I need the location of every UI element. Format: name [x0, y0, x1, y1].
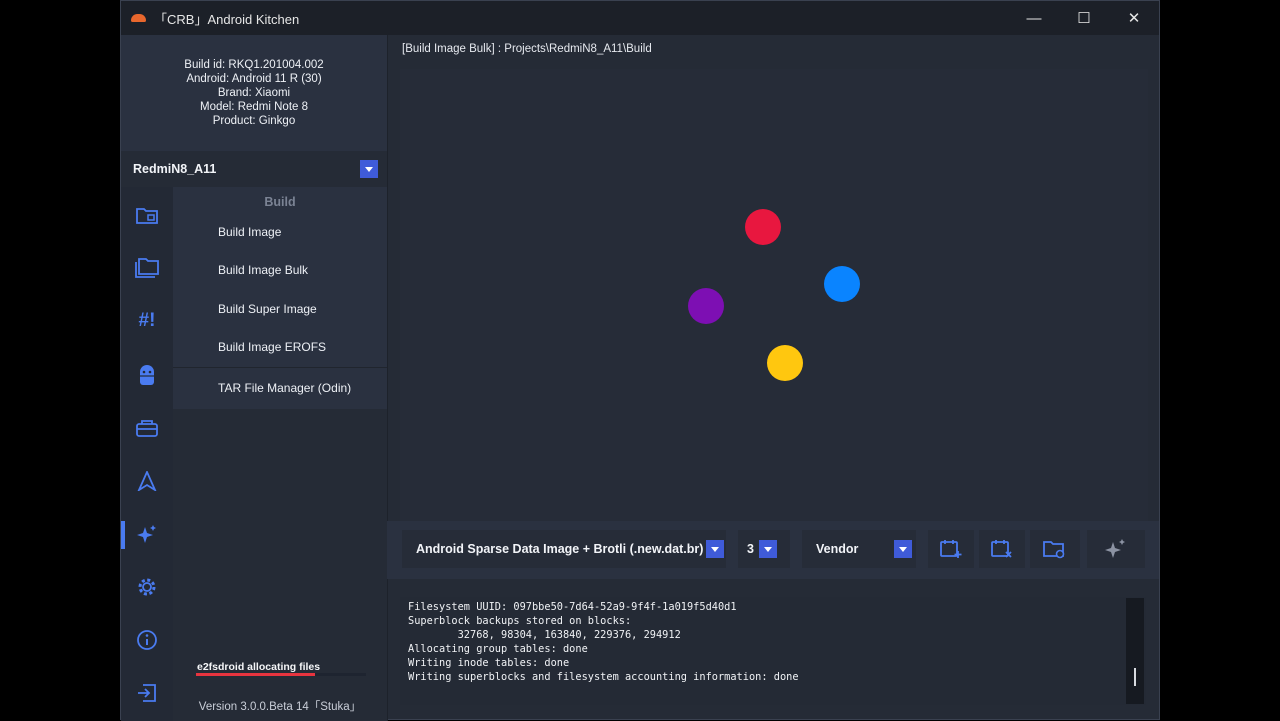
nav-logout-icon[interactable] — [121, 673, 173, 713]
level-value: 3 — [747, 542, 754, 556]
add-task-button[interactable] — [928, 530, 974, 568]
nav-script-icon[interactable]: #! — [121, 301, 173, 341]
menu-item-tar-file-manager[interactable]: TAR File Manager (Odin) — [173, 370, 387, 406]
folder-open-icon — [1043, 541, 1065, 559]
window-title: 「CRB」Android Kitchen — [154, 11, 300, 27]
build-info-panel: Build id: RKQ1.201004.002 Android: Andro… — [121, 35, 387, 151]
chevron-down-icon[interactable] — [360, 160, 378, 178]
progress-fill — [196, 673, 315, 676]
maximize-button[interactable]: ☐ — [1059, 1, 1109, 35]
minimize-button[interactable]: — — [1009, 1, 1059, 35]
model: Model: Redmi Note 8 — [199, 101, 309, 113]
nav-toolbox-icon[interactable] — [121, 408, 173, 448]
console-line: Writing superblocks and filesystem accou… — [408, 670, 799, 683]
build-menu: Build Build Image Build Image Bulk Build… — [173, 187, 387, 409]
nav-sparkles-icon[interactable] — [121, 515, 173, 555]
calendar-remove-icon — [991, 540, 1012, 558]
nav-gear-icon[interactable] — [121, 567, 173, 607]
level-dropdown[interactable]: 3 — [738, 530, 790, 568]
brand: Brand: Xiaomi — [217, 87, 291, 99]
loader-dot-red — [745, 209, 781, 245]
remove-task-button[interactable] — [979, 530, 1025, 568]
console-line: Allocating group tables: done — [408, 642, 588, 655]
android-version: Android: Android 11 R (30) — [186, 73, 322, 85]
console-line: 32768, 98304, 163840, 229376, 294912 — [408, 628, 681, 641]
product: Product: Ginkgo — [212, 115, 296, 127]
chevron-down-icon[interactable] — [706, 540, 724, 558]
sparkles-icon — [1105, 539, 1125, 558]
close-button[interactable]: ✕ — [1109, 1, 1159, 35]
window-controls: — ☐ ✕ — [1009, 1, 1159, 35]
build-toolbar: Android Sparse Data Image + Brotli (.new… — [387, 521, 1159, 579]
console-line: Superblock backups stored on blocks: — [408, 614, 632, 627]
project-dropdown[interactable]: RedmiN8_A11 — [121, 151, 387, 187]
menu-header: Build — [264, 195, 296, 209]
nav-info-icon[interactable] — [121, 620, 173, 660]
format-value: Android Sparse Data Image + Brotli (.new… — [416, 542, 704, 556]
title-bar[interactable]: 「CRB」Android Kitchen — ☐ ✕ — [121, 1, 1159, 35]
project-name: RedmiN8_A11 — [133, 162, 217, 176]
nav-folders-icon[interactable] — [121, 248, 173, 288]
chevron-down-icon[interactable] — [894, 540, 912, 558]
nav-send-icon[interactable] — [121, 461, 173, 501]
menu-item-build-image[interactable]: Build Image — [173, 214, 387, 250]
console-line: Writing inode tables: done — [408, 656, 570, 669]
app-logo-icon — [131, 14, 146, 22]
partition-dropdown[interactable]: Vendor — [802, 530, 916, 568]
app-window: 「CRB」Android Kitchen — ☐ ✕ Build id: RKQ… — [120, 0, 1160, 721]
progress-bar — [196, 673, 366, 676]
loader-dot-blue — [824, 266, 860, 302]
build-path: [Build Image Bulk] : Projects\RedmiN8_A1… — [402, 43, 652, 55]
open-folder-button[interactable] — [1030, 530, 1080, 568]
build-id: Build id: RKQ1.201004.002 — [184, 59, 324, 71]
progress-label: e2fsdroid allocating files — [197, 661, 321, 673]
console-scrollbar[interactable] — [1126, 598, 1144, 704]
run-build-button[interactable] — [1087, 530, 1145, 568]
chevron-down-icon[interactable] — [759, 540, 777, 558]
menu-divider — [173, 367, 387, 368]
nav-folder-icon[interactable] — [121, 195, 173, 235]
loading-canvas — [400, 69, 1148, 521]
menu-item-build-super-image[interactable]: Build Super Image — [173, 291, 387, 327]
loader-dot-yellow — [767, 345, 803, 381]
format-dropdown[interactable]: Android Sparse Data Image + Brotli (.new… — [402, 530, 726, 568]
calendar-add-icon — [940, 540, 962, 558]
console-line: Filesystem UUID: 097bbe50-7d64-52a9-9f4f… — [408, 601, 737, 613]
nav-android-icon[interactable] — [121, 355, 173, 395]
nav-icon-bar: #! — [121, 187, 173, 721]
panel-divider — [387, 35, 388, 721]
partition-value: Vendor — [816, 542, 859, 556]
console-output: Filesystem UUID: 097bbe50-7d64-52a9-9f4f… — [400, 597, 1146, 705]
version-label: Version 3.0.0.Beta 14「Stuka」 — [198, 701, 362, 713]
menu-item-build-image-erofs[interactable]: Build Image EROFS — [173, 329, 387, 365]
menu-item-build-image-bulk[interactable]: Build Image Bulk — [173, 252, 387, 288]
loader-dot-purple — [688, 288, 724, 324]
